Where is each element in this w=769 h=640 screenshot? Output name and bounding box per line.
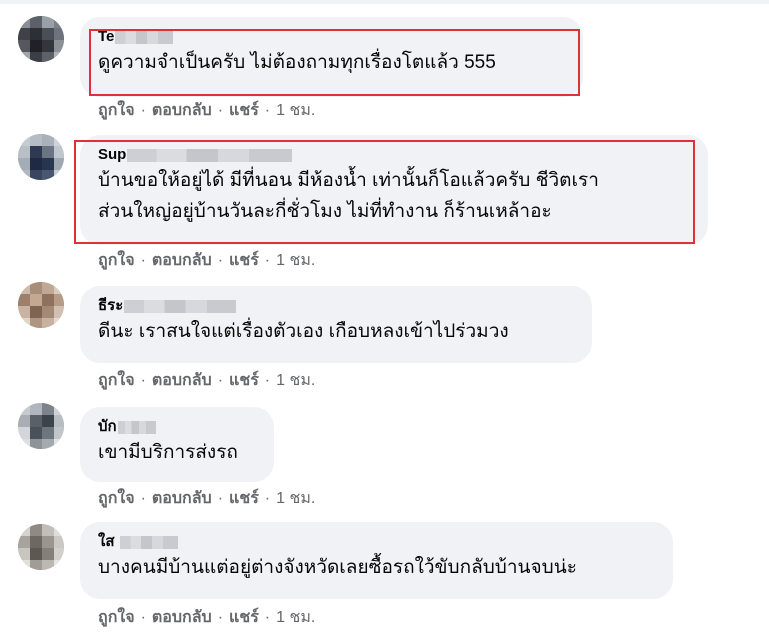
comment-timestamp[interactable]: 1 ชม.: [276, 609, 315, 626]
like-button[interactable]: ถูกใจ: [98, 252, 135, 269]
comment-actions: ถูกใจ · ตอบกลับ · แชร์ · 1 ชม.: [98, 487, 315, 511]
author-name[interactable]: Te: [98, 27, 114, 47]
comment-timestamp[interactable]: 1 ชม.: [276, 102, 315, 119]
comment-author[interactable]: ใส: [98, 532, 655, 552]
comment-author[interactable]: Te: [98, 27, 565, 47]
reply-button[interactable]: ตอบกลับ: [152, 609, 212, 626]
separator: ·: [217, 609, 224, 626]
comment-bubble: บัก เขามีบริการส่งรถ: [80, 407, 274, 482]
share-button[interactable]: แชร์: [229, 102, 259, 119]
separator: ·: [217, 102, 224, 119]
comment-author[interactable]: ธีระ: [98, 296, 574, 316]
comment-text: เขามีบริการส่งรถ: [98, 442, 238, 463]
like-button[interactable]: ถูกใจ: [98, 372, 135, 389]
reply-button[interactable]: ตอบกลับ: [152, 490, 212, 507]
comment-author[interactable]: Sup: [98, 145, 690, 165]
comment-timestamp[interactable]: 1 ชม.: [276, 372, 315, 389]
comment-text: บ้านขอให้อยู่ได้ มีที่นอน มีห้องน้ำ เท่า…: [98, 170, 599, 222]
avatar[interactable]: [18, 403, 64, 449]
separator: ·: [264, 609, 271, 626]
separator: ·: [217, 372, 224, 389]
separator: ·: [264, 490, 271, 507]
comment-bubble: ใส บางคนมีบ้านแต่อยู่ต่างจังหวัดเลยซื้อร…: [80, 522, 673, 599]
comment-actions: ถูกใจ · ตอบกลับ · แชร์ · 1 ชม.: [98, 249, 315, 273]
separator: ·: [217, 252, 224, 269]
redacted-name-blur: [127, 148, 293, 162]
avatar[interactable]: [18, 134, 64, 180]
avatar[interactable]: [18, 524, 64, 570]
separator: ·: [264, 372, 271, 389]
redacted-name-blur: [117, 420, 156, 434]
avatar[interactable]: [18, 16, 64, 62]
comment-bubble: ธีระ ดีนะ เราสนใจแต่เรื่องตัวเอง เกือบหล…: [80, 286, 592, 363]
author-name[interactable]: Sup: [98, 145, 126, 165]
previous-comment-edge: [0, 0, 769, 4]
author-name[interactable]: บัก: [98, 417, 117, 437]
comment-actions: ถูกใจ · ตอบกลับ · แชร์ · 1 ชม.: [98, 606, 315, 630]
share-button[interactable]: แชร์: [229, 372, 259, 389]
like-button[interactable]: ถูกใจ: [98, 490, 135, 507]
comment-actions: ถูกใจ · ตอบกลับ · แชร์ · 1 ชม.: [98, 369, 315, 393]
reply-button[interactable]: ตอบกลับ: [152, 252, 212, 269]
separator: ·: [140, 372, 146, 389]
author-name[interactable]: ใส: [98, 532, 114, 552]
comment-text: บางคนมีบ้านแต่อยู่ต่างจังหวัดเลยซื้อรถใว…: [98, 557, 577, 578]
comment-text: ดีนะ เราสนใจแต่เรื่องตัวเอง เกือบหลงเข้า…: [98, 321, 509, 342]
comment-timestamp[interactable]: 1 ชม.: [276, 252, 315, 269]
like-button[interactable]: ถูกใจ: [98, 102, 135, 119]
author-name[interactable]: ธีระ: [98, 296, 123, 316]
avatar[interactable]: [18, 282, 64, 328]
comment-timestamp[interactable]: 1 ชม.: [276, 490, 315, 507]
separator: ·: [264, 252, 271, 269]
reply-button[interactable]: ตอบกลับ: [152, 372, 212, 389]
separator: ·: [140, 609, 146, 626]
redacted-name-blur: [124, 299, 237, 313]
comment-actions: ถูกใจ · ตอบกลับ · แชร์ · 1 ชม.: [98, 99, 315, 123]
redacted-name-blur: [115, 30, 174, 44]
redacted-name-blur: [120, 535, 179, 549]
comment-bubble: Te ดูความจำเป็นครับ ไม่ต้องถามทุกเรื่องโ…: [80, 17, 583, 97]
separator: ·: [140, 252, 146, 269]
separator: ·: [140, 490, 146, 507]
comment-bubble: Sup บ้านขอให้อยู่ได้ มีที่นอน มีห้องน้ำ …: [80, 135, 708, 245]
reply-button[interactable]: ตอบกลับ: [152, 102, 212, 119]
comment-author[interactable]: บัก: [98, 417, 256, 437]
share-button[interactable]: แชร์: [229, 490, 259, 507]
comment-text: ดูความจำเป็นครับ ไม่ต้องถามทุกเรื่องโตแล…: [98, 52, 496, 73]
share-button[interactable]: แชร์: [229, 609, 259, 626]
like-button[interactable]: ถูกใจ: [98, 609, 135, 626]
separator: ·: [217, 490, 224, 507]
separator: ·: [264, 102, 271, 119]
share-button[interactable]: แชร์: [229, 252, 259, 269]
separator: ·: [140, 102, 146, 119]
